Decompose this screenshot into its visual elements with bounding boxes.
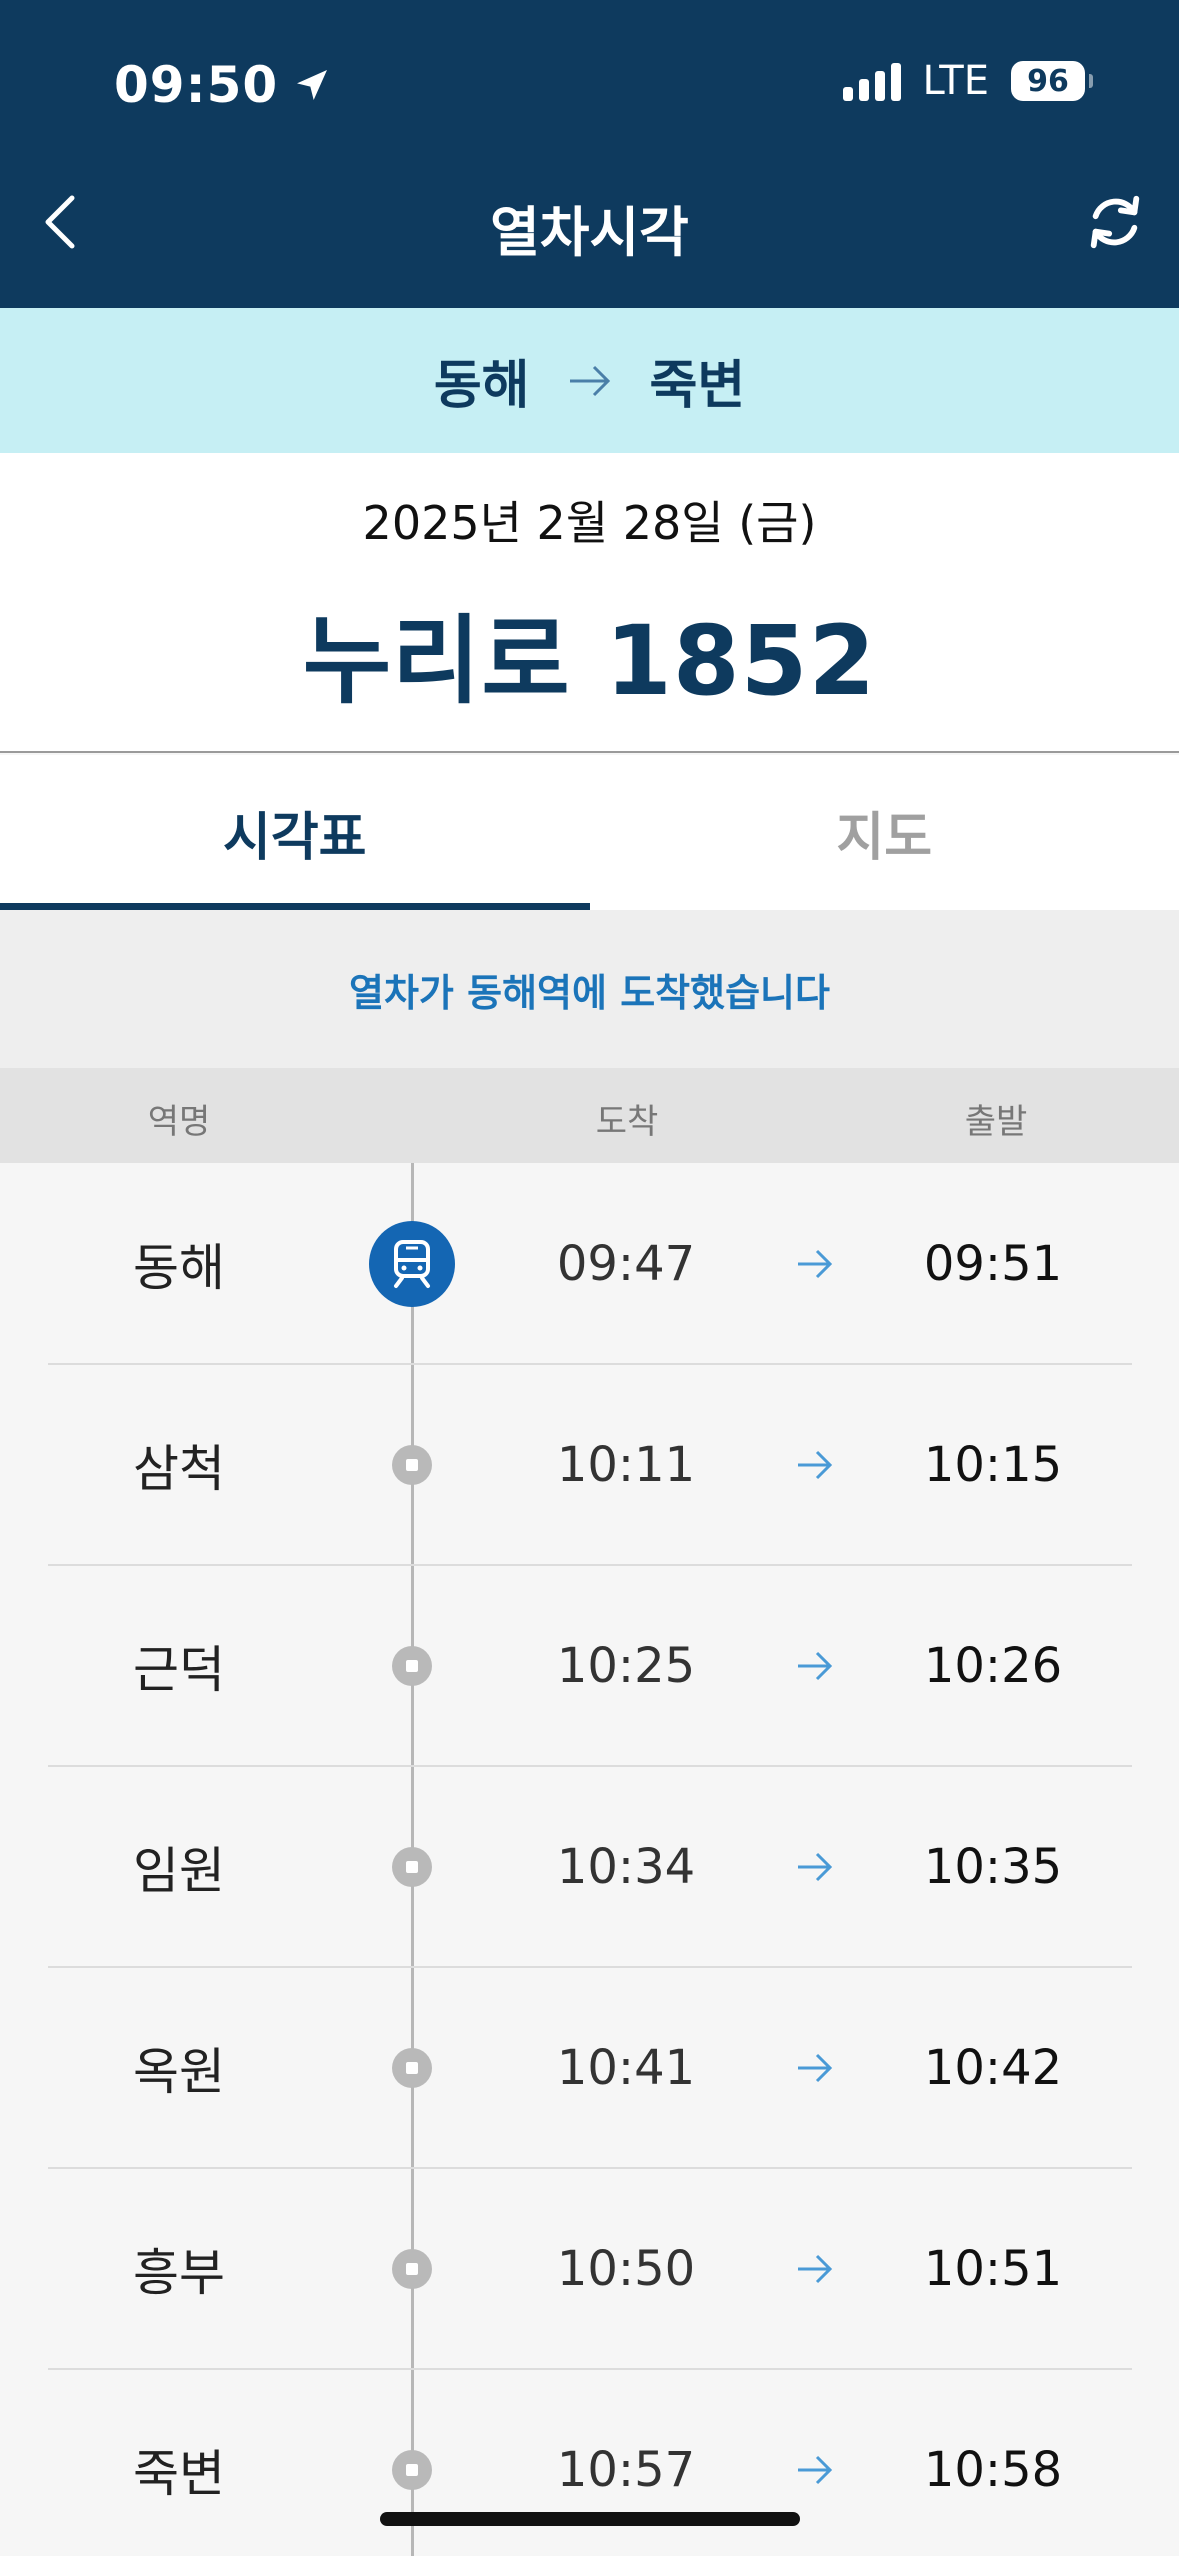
stop-departure-time: 10:51 bbox=[923, 2240, 1063, 2297]
tab-timetable[interactable]: 시각표 bbox=[0, 755, 590, 910]
stop-arrival-time: 10:50 bbox=[556, 2240, 696, 2297]
network-type: LTE bbox=[922, 58, 989, 104]
column-arrival: 도착 bbox=[595, 1102, 659, 1142]
route-banner: 동해 죽변 bbox=[0, 308, 1179, 453]
stop-dot-icon bbox=[392, 1645, 432, 1686]
location-arrow-icon bbox=[297, 70, 328, 100]
arrow-right-icon bbox=[568, 363, 612, 399]
stop-row[interactable]: 삼척 10:11 10:15 bbox=[48, 1365, 1132, 1566]
stop-dot-icon bbox=[392, 2047, 432, 2088]
cellular-signal-icon bbox=[842, 61, 901, 101]
train-info: 2025년 2월 28일 (금) 누리로 1852 bbox=[0, 453, 1179, 753]
column-departure: 출발 bbox=[964, 1102, 1028, 1142]
stop-departure-time: 10:35 bbox=[923, 1838, 1063, 1895]
stop-dot-icon bbox=[392, 2248, 432, 2289]
battery-level: 96 bbox=[1027, 63, 1069, 99]
stop-station: 삼척 bbox=[133, 1439, 225, 1498]
stop-station: 근덕 bbox=[133, 1640, 225, 1699]
page-title: 열차시각 bbox=[490, 201, 689, 264]
arrow-right-icon bbox=[796, 1448, 834, 1482]
route-destination: 죽변 bbox=[649, 356, 746, 416]
stop-station: 죽변 bbox=[133, 2444, 225, 2503]
stop-dot-icon bbox=[392, 2449, 432, 2490]
arrow-right-icon bbox=[796, 2252, 834, 2286]
train-position-icon bbox=[369, 1220, 455, 1307]
tab-map[interactable]: 지도 bbox=[590, 755, 1179, 910]
stop-arrival-time: 09:47 bbox=[556, 1235, 696, 1292]
arrow-right-icon bbox=[796, 1850, 834, 1884]
status-bar-time: 09:50 bbox=[114, 56, 332, 114]
stop-arrival-time: 10:57 bbox=[556, 2441, 696, 2498]
stop-station: 흥부 bbox=[133, 2243, 225, 2302]
status-notice: 열차가 동해역에 도착했습니다 bbox=[0, 910, 1179, 1068]
refresh-button[interactable] bbox=[1079, 186, 1151, 258]
travel-date: 2025년 2월 28일 (금) bbox=[362, 496, 817, 550]
arrow-right-icon bbox=[796, 1247, 834, 1281]
clock-text: 09:50 bbox=[114, 56, 279, 114]
app-header: 09:50 LTE 96 열차시각 bbox=[0, 0, 1179, 308]
stop-arrival-time: 10:41 bbox=[556, 2039, 696, 2096]
timetable-header: 역명 도착 출발 bbox=[0, 1068, 1179, 1163]
stop-row[interactable]: 임원 10:34 10:35 bbox=[48, 1767, 1132, 1968]
battery-icon: 96 bbox=[1011, 61, 1093, 101]
timetable: 동해 09:47 09:51 삼척 10:11 10:15 근덕 10:25 10:26 임원 10… bbox=[0, 1163, 1179, 2556]
stop-station: 동해 bbox=[133, 1238, 225, 1297]
route-origin: 동해 bbox=[433, 356, 530, 416]
stop-departure-time: 09:51 bbox=[923, 1235, 1063, 1292]
arrow-right-icon bbox=[796, 2453, 834, 2487]
stop-departure-time: 10:42 bbox=[923, 2039, 1063, 2096]
stop-station: 임원 bbox=[133, 1841, 225, 1900]
arrow-right-icon bbox=[796, 2051, 834, 2085]
refresh-icon bbox=[1090, 195, 1140, 249]
stop-departure-time: 10:15 bbox=[923, 1436, 1063, 1493]
status-bar-indicators: LTE 96 bbox=[842, 58, 1093, 104]
tab-bar: 시각표 지도 bbox=[0, 755, 1179, 910]
stop-dot-icon bbox=[392, 1846, 432, 1887]
stop-row[interactable]: 옥원 10:41 10:42 bbox=[48, 1968, 1132, 2169]
arrow-right-icon bbox=[796, 1649, 834, 1683]
stop-row[interactable]: 동해 09:47 09:51 bbox=[48, 1164, 1132, 1365]
stop-row[interactable]: 근덕 10:25 10:26 bbox=[48, 1566, 1132, 1767]
stop-departure-time: 10:26 bbox=[923, 1637, 1063, 1694]
stop-arrival-time: 10:34 bbox=[556, 1838, 696, 1895]
stop-arrival-time: 10:25 bbox=[556, 1637, 696, 1694]
stop-departure-time: 10:58 bbox=[923, 2441, 1063, 2498]
column-station: 역명 bbox=[147, 1102, 211, 1142]
stop-dot-icon bbox=[392, 1444, 432, 1485]
stop-arrival-time: 10:11 bbox=[556, 1436, 696, 1493]
train-name: 누리로 1852 bbox=[302, 605, 877, 717]
home-indicator[interactable] bbox=[380, 2512, 800, 2526]
stop-row[interactable]: 흥부 10:50 10:51 bbox=[48, 2169, 1132, 2370]
stop-row[interactable]: 죽변 10:57 10:58 bbox=[48, 2370, 1132, 2556]
stop-station: 옥원 bbox=[133, 2042, 225, 2101]
